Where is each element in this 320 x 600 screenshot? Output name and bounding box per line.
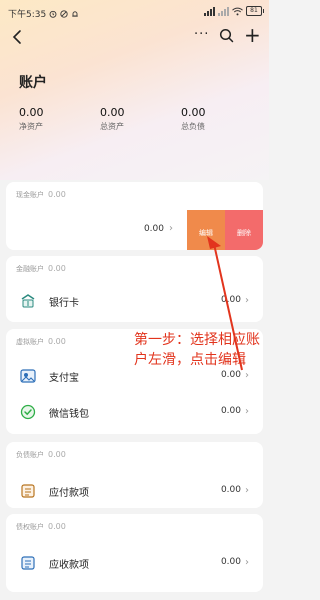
chevron-right-icon: › [245, 557, 249, 568]
liability-group-header: 负债账户 0.00 [16, 450, 66, 460]
battery-level: 81 [250, 7, 258, 14]
signal-secondary-icon [218, 6, 229, 16]
cash-group-total: 0.00 [48, 190, 66, 199]
cash-row-value: 0.00 [143, 224, 164, 234]
payable-row[interactable]: 应付款项 0.00 › [6, 474, 263, 508]
alipay-icon [20, 369, 36, 383]
credit-group-title: 债权账户 [16, 523, 44, 531]
chevron-right-icon: › [245, 485, 249, 496]
finance-group-total: 0.00 [48, 264, 66, 273]
status-time: 下午5:35 [8, 10, 47, 20]
receivable-value: 0.00 [220, 557, 241, 567]
total-liabilities-value: 0.00 [181, 106, 206, 119]
liability-group-total: 0.00 [48, 450, 66, 459]
battery-icon: 81 [246, 6, 264, 16]
virtual-group-header: 虚拟账户 0.00 [16, 337, 66, 347]
credit-group-header: 债权账户 0.00 [16, 522, 66, 532]
credit-account-group: 债权账户 0.00 应收款项 0.00 › [6, 514, 263, 592]
add-account-button[interactable]: + [244, 25, 261, 45]
delete-button[interactable]: 删除 [225, 210, 263, 250]
signal-icon [204, 6, 215, 16]
status-bar: 下午5:35 81 [0, 0, 269, 24]
nav-bar: ··· + [0, 24, 269, 50]
alipay-value: 0.00 [220, 370, 241, 380]
net-assets: 0.00 净资产 [19, 106, 44, 132]
cash-group-header: 现金账户 0.00 [16, 190, 66, 200]
page-title: 账户 [19, 75, 47, 91]
annotation-text: 第一步：选择相应账户左滑，点击编辑 [134, 332, 260, 368]
virtual-group-total: 0.00 [48, 337, 66, 346]
chevron-right-icon: › [245, 406, 249, 417]
wechat-wallet-row[interactable]: 微信钱包 0.00 › [6, 395, 263, 429]
more-options-button[interactable]: ··· [194, 27, 209, 42]
receivable-label: 应收款项 [49, 560, 89, 571]
liability-group-title: 负债账户 [16, 451, 44, 459]
cash-group-title: 现金账户 [16, 191, 44, 199]
liability-account-group: 负债账户 0.00 应付款项 0.00 › [6, 442, 263, 508]
payable-icon [21, 484, 35, 498]
virtual-group-title: 虚拟账户 [16, 338, 44, 346]
total-liabilities-label: 总负债 [181, 122, 205, 131]
total-assets: 0.00 总资产 [100, 106, 125, 132]
wechat-wallet-icon [20, 404, 36, 420]
cash-account-row[interactable]: 0.00 › 编辑 删除 [6, 210, 263, 250]
finance-group-title: 金融账户 [16, 265, 44, 273]
wifi-icon [232, 7, 243, 15]
search-icon[interactable] [219, 28, 234, 43]
chevron-left-icon[interactable] [9, 27, 27, 47]
bank-card-value: 0.00 [220, 295, 241, 305]
chevron-right-icon: › [245, 295, 249, 306]
total-liabilities: 0.00 总负债 [181, 106, 206, 132]
bank-card-row[interactable]: 银行卡 0.00 › [6, 284, 263, 318]
edit-button[interactable]: 编辑 [187, 210, 225, 250]
finance-group-header: 金融账户 0.00 [16, 264, 66, 274]
chevron-right-icon: › [245, 370, 249, 381]
chevron-right-icon: › [169, 223, 173, 234]
cash-account-group: 现金账户 0.00 0.00 › 编辑 删除 [6, 182, 263, 250]
bank-card-label: 银行卡 [49, 298, 79, 309]
payable-label: 应付款项 [49, 488, 89, 499]
receivable-icon [21, 556, 35, 570]
total-assets-value: 0.00 [100, 106, 125, 119]
alipay-label: 支付宝 [49, 373, 79, 384]
total-assets-label: 总资产 [100, 122, 124, 131]
wechat-wallet-value: 0.00 [220, 406, 241, 416]
bank-card-icon [21, 294, 35, 308]
net-assets-label: 净资产 [19, 122, 43, 131]
receivable-row[interactable]: 应收款项 0.00 › [6, 546, 263, 580]
net-assets-value: 0.00 [19, 106, 44, 119]
finance-account-group: 金融账户 0.00 银行卡 0.00 › [6, 256, 263, 322]
do-not-disturb-icon [60, 9, 68, 18]
wechat-wallet-label: 微信钱包 [49, 409, 89, 420]
credit-group-total: 0.00 [48, 522, 66, 531]
payable-value: 0.00 [220, 485, 241, 495]
alarm-icon [49, 10, 57, 18]
notification-bell-icon [72, 10, 78, 17]
